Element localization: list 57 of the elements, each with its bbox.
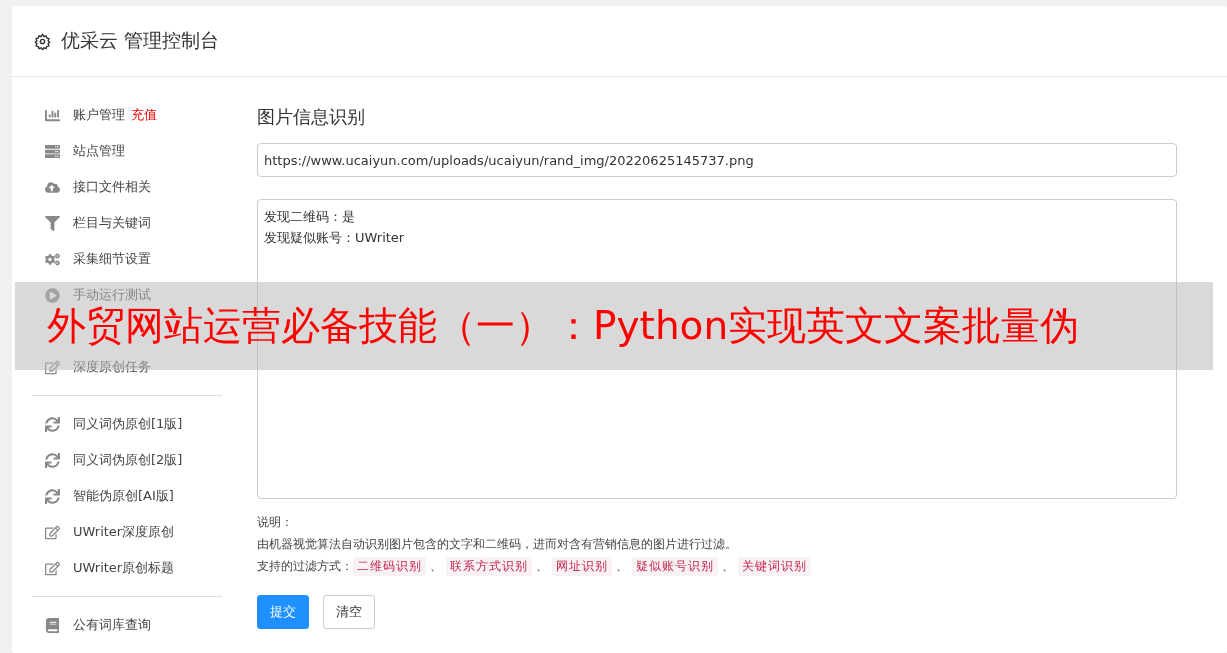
sidebar-item[interactable]: 采集细节设置 bbox=[32, 241, 222, 277]
notes-heading: 说明： bbox=[257, 514, 293, 531]
sidebar-label: 智能伪原创[AI版] bbox=[73, 487, 174, 505]
edit-icon bbox=[44, 560, 61, 576]
sidebar-item[interactable]: 同义词伪原创[2版] bbox=[32, 442, 222, 478]
sidebar-item[interactable]: 站点管理 bbox=[32, 133, 222, 169]
server-icon bbox=[44, 143, 61, 159]
sidebar-label: 深度原创任务 bbox=[73, 358, 151, 376]
sidebar-item[interactable]: 公有词库查询 bbox=[32, 607, 222, 643]
recharge-link[interactable]: 充值 bbox=[131, 107, 157, 122]
separator: 、 bbox=[616, 557, 628, 575]
refresh-icon bbox=[44, 488, 61, 504]
book-icon bbox=[44, 617, 61, 633]
sidebar-label: 同义词伪原创[2版] bbox=[73, 451, 183, 469]
bar-chart-icon bbox=[44, 107, 61, 123]
description-text: 由机器视觉算法自动识别图片包含的文字和二维码，进而对含有营销信息的图片进行过滤。 bbox=[257, 536, 737, 553]
sidebar-item[interactable]: 智能伪原创[AI版] bbox=[32, 478, 222, 514]
separator: 、 bbox=[430, 557, 442, 575]
sidebar-label: UWriter原创标题 bbox=[73, 559, 175, 577]
sidebar-label: 公有词库查询 bbox=[73, 616, 151, 634]
sidebar-label: UWriter深度原创 bbox=[73, 523, 175, 541]
sidebar-item[interactable]: 账户管理 充值 bbox=[32, 97, 222, 133]
filter-icon bbox=[44, 215, 61, 231]
cloud-upload-icon bbox=[44, 179, 61, 195]
sidebar-label: 站点管理 bbox=[73, 142, 125, 160]
clear-button[interactable]: 清空 bbox=[323, 595, 375, 629]
gears-icon bbox=[44, 251, 61, 267]
method-tag: 疑似账号识别 bbox=[632, 556, 718, 576]
sidebar-item[interactable]: 栏目与关键词 bbox=[32, 205, 222, 241]
result-line: 发现二维码：是 bbox=[264, 208, 355, 226]
sidebar-label: 接口文件相关 bbox=[73, 178, 151, 196]
sidebar-label: 栏目与关键词 bbox=[73, 214, 151, 232]
sidebar-item[interactable]: 接口文件相关 bbox=[32, 169, 222, 205]
sidebar-item[interactable]: 同义词伪原创[1版] bbox=[32, 406, 222, 442]
separator: 、 bbox=[536, 557, 548, 575]
method-tag: 网址识别 bbox=[552, 556, 612, 576]
refresh-icon bbox=[44, 452, 61, 468]
methods-label: 支持的过滤方式： bbox=[257, 558, 353, 575]
method-tag: 联系方式识别 bbox=[446, 556, 532, 576]
sidebar-label: 账户管理 充值 bbox=[73, 106, 157, 124]
page-title: 图片信息识别 bbox=[257, 105, 366, 129]
console-title: 优采云 管理控制台 bbox=[61, 28, 220, 53]
edit-icon bbox=[44, 524, 61, 540]
refresh-icon bbox=[44, 416, 61, 432]
sidebar-label: 手动运行测试 bbox=[73, 286, 151, 304]
url-field[interactable]: https://www.ucaiyun.com/uploads/ucaiyun/rand_img/20220625145737.png bbox=[257, 143, 1177, 177]
sidebar-label: 同义词伪原创[1版] bbox=[73, 415, 183, 433]
play-icon bbox=[44, 287, 61, 303]
sidebar-label: 采集细节设置 bbox=[73, 250, 151, 268]
result-line: 发现疑似账号：UWriter bbox=[264, 229, 405, 247]
sidebar-item[interactable]: UWriter原创标题 bbox=[32, 550, 222, 586]
edit-icon bbox=[44, 359, 61, 375]
method-tag: 二维码识别 bbox=[353, 556, 426, 576]
settings-icon bbox=[34, 32, 51, 50]
sidebar-item[interactable]: UWriter深度原创 bbox=[32, 514, 222, 550]
separator: 、 bbox=[722, 557, 734, 575]
method-tag: 关键词识别 bbox=[738, 556, 811, 576]
